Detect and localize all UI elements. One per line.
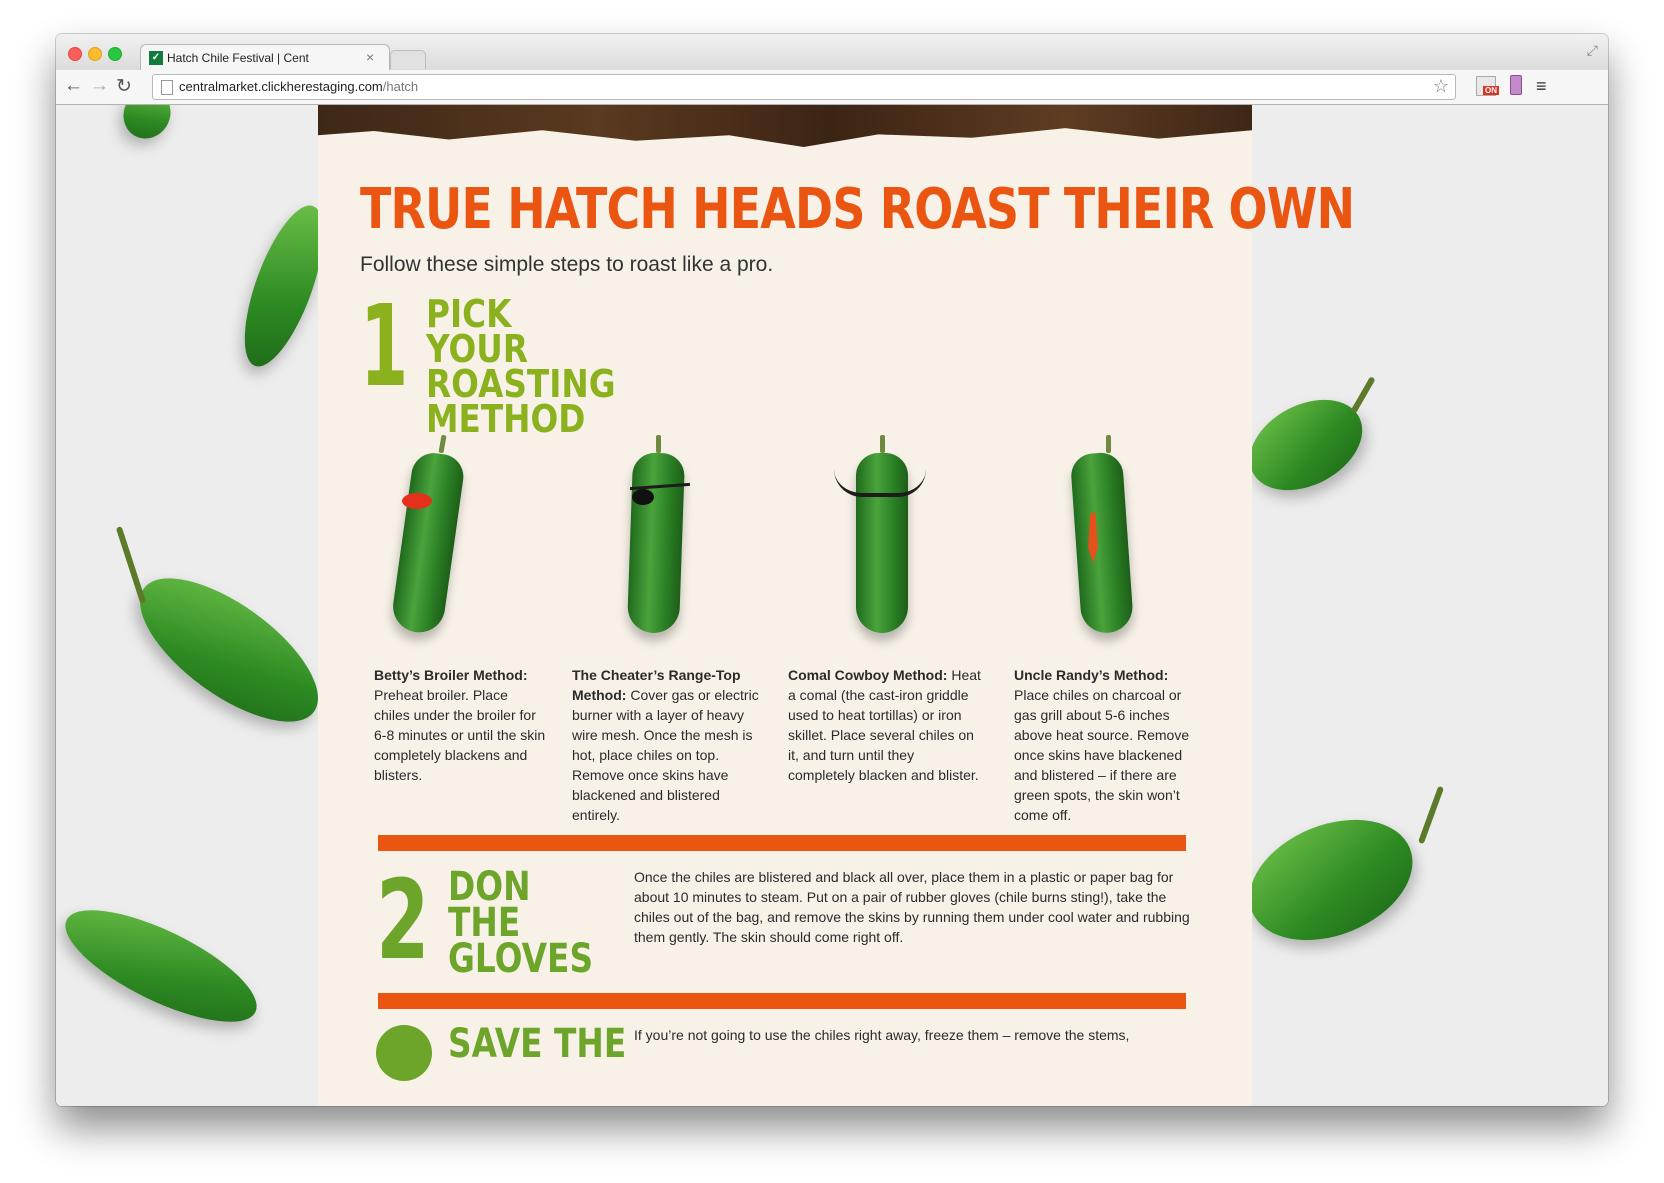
step-3-number-icon (376, 1025, 432, 1081)
method-cheater: The Cheater’s Range-Top Method: Cover ga… (572, 665, 762, 825)
chili-cheater-illustration (626, 452, 686, 634)
step-2-title: DON THE GLOVES (448, 864, 594, 982)
step-3-body: If you’re not going to use the chiles ri… (634, 1027, 1130, 1043)
reload-icon[interactable]: ↻ (116, 75, 132, 98)
back-arrow-icon[interactable]: ← (64, 75, 83, 97)
method-randy-name: Uncle Randy’s Method: (1014, 667, 1169, 683)
chili-stem (1106, 435, 1111, 453)
background-pepper-stem (1350, 376, 1376, 414)
close-window-button[interactable] (68, 47, 82, 61)
forward-arrow-icon[interactable]: → (90, 75, 109, 97)
background-pepper (114, 105, 180, 148)
page-headline: TRUE HATCH HEADS ROAST THEIR OWN (360, 177, 1355, 242)
chili-stem (880, 435, 885, 453)
tab-title: Hatch Chile Festival | Cent (167, 51, 309, 65)
method-cowboy-text: Heat a comal (the cast-iron griddle used… (788, 667, 981, 783)
eyepatch-icon (632, 489, 654, 505)
extension-badge: ON (1483, 86, 1499, 95)
method-cowboy-name: Comal Cowboy Method: (788, 667, 948, 683)
method-betty-text: Preheat broiler. Place chiles under the … (374, 687, 546, 783)
background-pepper-stem (115, 526, 147, 604)
method-randy: Uncle Randy’s Method: Place chiles on ch… (1014, 665, 1206, 825)
step-2-number: 2 (376, 856, 430, 984)
url-path: /hatch (382, 79, 419, 94)
url-domain: centralmarket.clickherestaging.com (179, 79, 383, 94)
red-lips-icon (402, 493, 432, 509)
zoom-window-button[interactable] (108, 47, 122, 61)
section-divider (378, 835, 1186, 851)
page-viewport: TRUE HATCH HEADS ROAST THEIR OWN Follow … (56, 105, 1608, 1106)
page-icon (161, 80, 173, 95)
method-betty-name: Betty’s Broiler Method: (374, 667, 528, 683)
method-cowboy: Comal Cowboy Method: Heat a comal (the c… (788, 665, 984, 785)
new-tab-button[interactable] (390, 50, 426, 69)
chili-betty-illustration (389, 450, 467, 636)
chili-randy-illustration (1069, 451, 1135, 635)
page-subheading: Follow these simple steps to roast like … (360, 253, 774, 276)
extension-chart-icon[interactable]: ON (1476, 76, 1499, 96)
step-1-number: 1 (360, 282, 409, 412)
chili-stem (656, 435, 661, 453)
url-text: centralmarket.clickherestaging.com/hatch (179, 79, 418, 94)
fullscreen-icon[interactable]: ⤢ (1587, 42, 1598, 59)
close-tab-icon[interactable]: × (366, 49, 374, 65)
browser-toolbar: ← → ↻ centralmarket.clickherestaging.com… (56, 70, 1608, 105)
central-market-favicon-icon: ✓ (149, 51, 163, 65)
browser-window: ✓ Hatch Chile Festival | Cent × ⤢ ← → ↻ … (56, 34, 1608, 1106)
menu-hamburger-icon[interactable]: ≡ (1536, 76, 1547, 97)
method-betty: Betty’s Broiler Method: Preheat broiler.… (374, 665, 546, 785)
method-cheater-text: Cover gas or electric burner with a laye… (572, 687, 759, 823)
wood-header-texture (318, 105, 1252, 147)
extension-phone-icon[interactable] (1510, 75, 1522, 95)
background-pepper (117, 551, 341, 749)
title-bar: ✓ Hatch Chile Festival | Cent × ⤢ (56, 34, 1608, 71)
method-randy-text: Place chiles on charcoal or gas grill ab… (1014, 687, 1190, 823)
background-pepper (56, 888, 271, 1044)
step-3-title: SAVE THE (448, 1021, 627, 1067)
bookmark-star-icon[interactable]: ☆ (1433, 76, 1449, 97)
step-1-title: PICK YOUR ROASTING METHOD (426, 292, 616, 441)
background-pepper (1231, 797, 1431, 963)
step-2-body: Once the chiles are blistered and black … (634, 869, 1190, 945)
tab-hatch[interactable]: ✓ Hatch Chile Festival | Cent × (140, 44, 390, 71)
background-pepper-stem (1417, 785, 1445, 845)
minimize-window-button[interactable] (88, 47, 102, 61)
mustache-icon (834, 469, 926, 497)
content-panel: TRUE HATCH HEADS ROAST THEIR OWN Follow … (318, 105, 1355, 1106)
address-bar[interactable]: centralmarket.clickherestaging.com/hatch… (152, 74, 1456, 100)
section-divider (378, 993, 1186, 1009)
